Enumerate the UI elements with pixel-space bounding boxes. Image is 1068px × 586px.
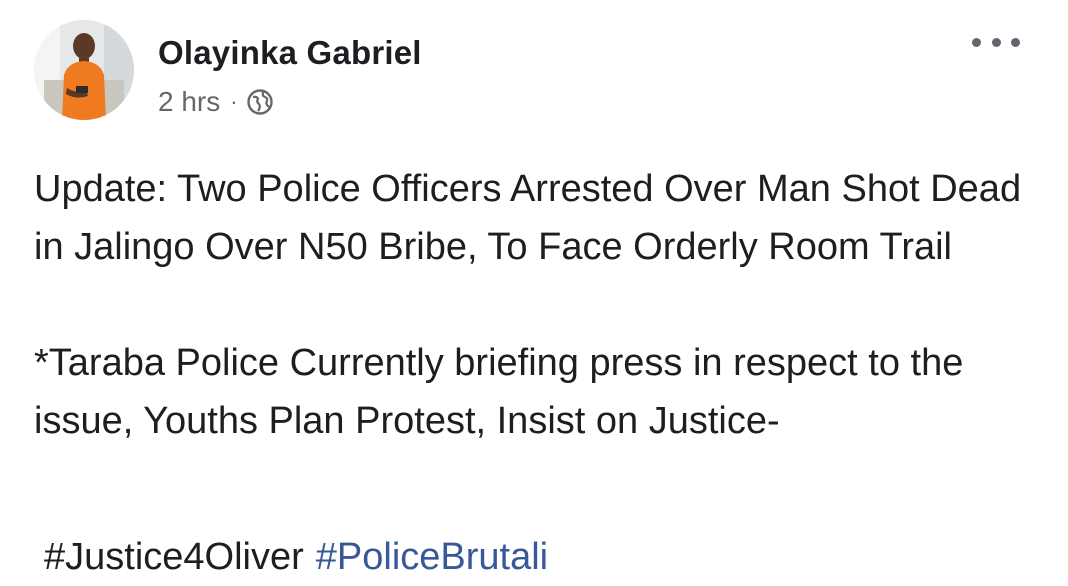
meta-separator: · bbox=[230, 89, 238, 114]
avatar[interactable] bbox=[34, 20, 134, 120]
post-paragraph-briefing: *Taraba Police Currently briefing press … bbox=[34, 342, 964, 442]
post-paragraph-update: Update: Two Police Officers Arrested Ove… bbox=[34, 168, 1022, 268]
hashtags: #Justice4Oliver #PoliceBrutali bbox=[44, 528, 548, 586]
author-name[interactable]: Olayinka Gabriel bbox=[158, 34, 422, 72]
post-timestamp[interactable]: 2 hrs bbox=[158, 86, 220, 118]
facebook-post: Olayinka Gabriel 2 hrs · Update: Two Pol… bbox=[0, 0, 1068, 580]
globe-icon[interactable] bbox=[246, 88, 274, 116]
post-body: Update: Two Police Officers Arrested Ove… bbox=[34, 160, 1044, 450]
hashtag-policebrutality-link[interactable]: #PoliceBrutali bbox=[316, 536, 548, 578]
post-meta: 2 hrs · bbox=[158, 86, 274, 118]
avatar-photo bbox=[34, 20, 134, 120]
hashtag-justice4oliver: #Justice4Oliver bbox=[44, 536, 304, 578]
more-horizontal-icon[interactable] bbox=[972, 32, 1020, 52]
